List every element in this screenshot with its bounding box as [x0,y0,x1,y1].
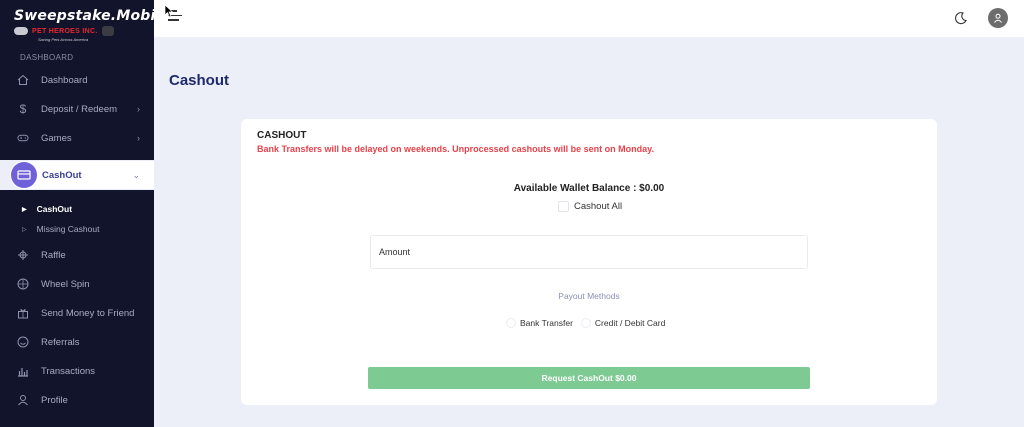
payout-credit-debit-card[interactable]: Credit / Debit Card [580,318,665,328]
puzzle-icon [17,249,29,261]
wheel-icon [17,278,29,290]
payout-bank-transfer[interactable]: Bank Transfer [506,318,573,328]
sidebar-item-label: Games [41,132,72,144]
chevron-right-icon: › [137,104,140,114]
dog-icon [101,26,114,36]
brand-sub: PET HEROES INC. [32,27,98,35]
gamepad-icon [17,132,29,144]
amount-input[interactable]: Amount [370,235,808,269]
gift-icon [17,307,29,319]
sidebar-item-wheel-spin[interactable]: Wheel Spin [0,270,154,298]
sidebar-item-label: Wheel Spin [41,278,90,290]
sidebar-item-dashboard[interactable]: Dashboard [0,66,154,94]
payout-methods-label: Payout Methods [558,291,620,301]
moon-icon[interactable] [954,11,968,25]
sidebar-item-label: Profile [41,394,68,406]
request-cashout-button[interactable]: Request CashOut $0.00 [368,367,810,389]
brand-tagline: Saving Pets Across America [38,37,89,42]
checkbox-icon[interactable] [558,201,569,212]
badge-icon [14,27,28,35]
sidebar-item-games[interactable]: Games › [0,124,154,152]
cashout-all-label: Cashout All [574,201,623,212]
chevron-down-icon: ⌄ [132,169,140,180]
sidebar-item-cashout[interactable]: CashOut ⌄ [10,161,154,189]
sidebar-item-raffle[interactable]: Raffle [0,241,154,269]
cashout-all-checkbox[interactable]: Cashout All [558,201,622,212]
payout-options: Bank Transfer Credit / Debit Card [506,318,673,328]
sidebar-section-label: DASHBOARD [20,53,74,62]
amount-placeholder: Amount [379,247,411,257]
home-icon [17,74,29,86]
sidebar-item-label: Deposit / Redeem [41,103,118,115]
user-icon [17,394,29,406]
wallet-balance: Available Wallet Balance : $0.00 [513,183,665,194]
page-title: Cashout [169,72,229,89]
chevron-right-icon: › [137,133,140,143]
weekend-warning: Bank Transfers will be delayed on weeken… [257,144,654,154]
radio-icon[interactable] [580,318,591,328]
sidebar-item-send-money[interactable]: Send Money to Friend [0,299,154,327]
sidebar: Sweepstake.Mobi PET HEROES INC. Saving P… [0,0,156,427]
sidebar-item-label: Dashboard [41,74,88,86]
sidebar-item-referrals[interactable]: Referrals [0,328,154,356]
topbar [154,0,1024,37]
card-heading: CASHOUT [257,130,307,141]
triangle-right-icon: ▶ [22,206,27,213]
mouse-cursor-icon [164,4,174,18]
credit-card-icon [11,162,37,188]
sidebar-item-label: Raffle [41,249,66,261]
smile-icon [17,336,29,348]
brand-logo[interactable]: Sweepstake.Mobi PET HEROES INC. Saving P… [0,0,156,46]
avatar[interactable] [988,8,1008,28]
bar-chart-icon [17,365,29,377]
sidebar-item-label: Send Money to Friend [41,307,135,319]
sidebar-item-deposit-redeem[interactable]: $ Deposit / Redeem › [0,95,154,123]
cashout-card: CASHOUT Bank Transfers will be delayed o… [241,119,937,405]
brand-name: Sweepstake.Mobi [14,8,156,24]
sidebar-item-profile[interactable]: Profile [0,386,154,414]
dollar-icon: $ [19,102,27,116]
sidebar-item-label: Referrals [41,336,80,348]
sidebar-subitem-missing-cashout[interactable]: ▷ Missing Cashout [22,224,99,234]
sidebar-subitem-cashout[interactable]: ▶ CashOut [22,204,72,214]
radio-icon[interactable] [506,318,516,328]
sidebar-item-label: Transactions [41,365,96,377]
sidebar-item-label: CashOut [42,169,82,181]
sidebar-item-transactions[interactable]: Transactions [0,357,154,385]
triangle-right-icon: ▷ [22,226,27,233]
